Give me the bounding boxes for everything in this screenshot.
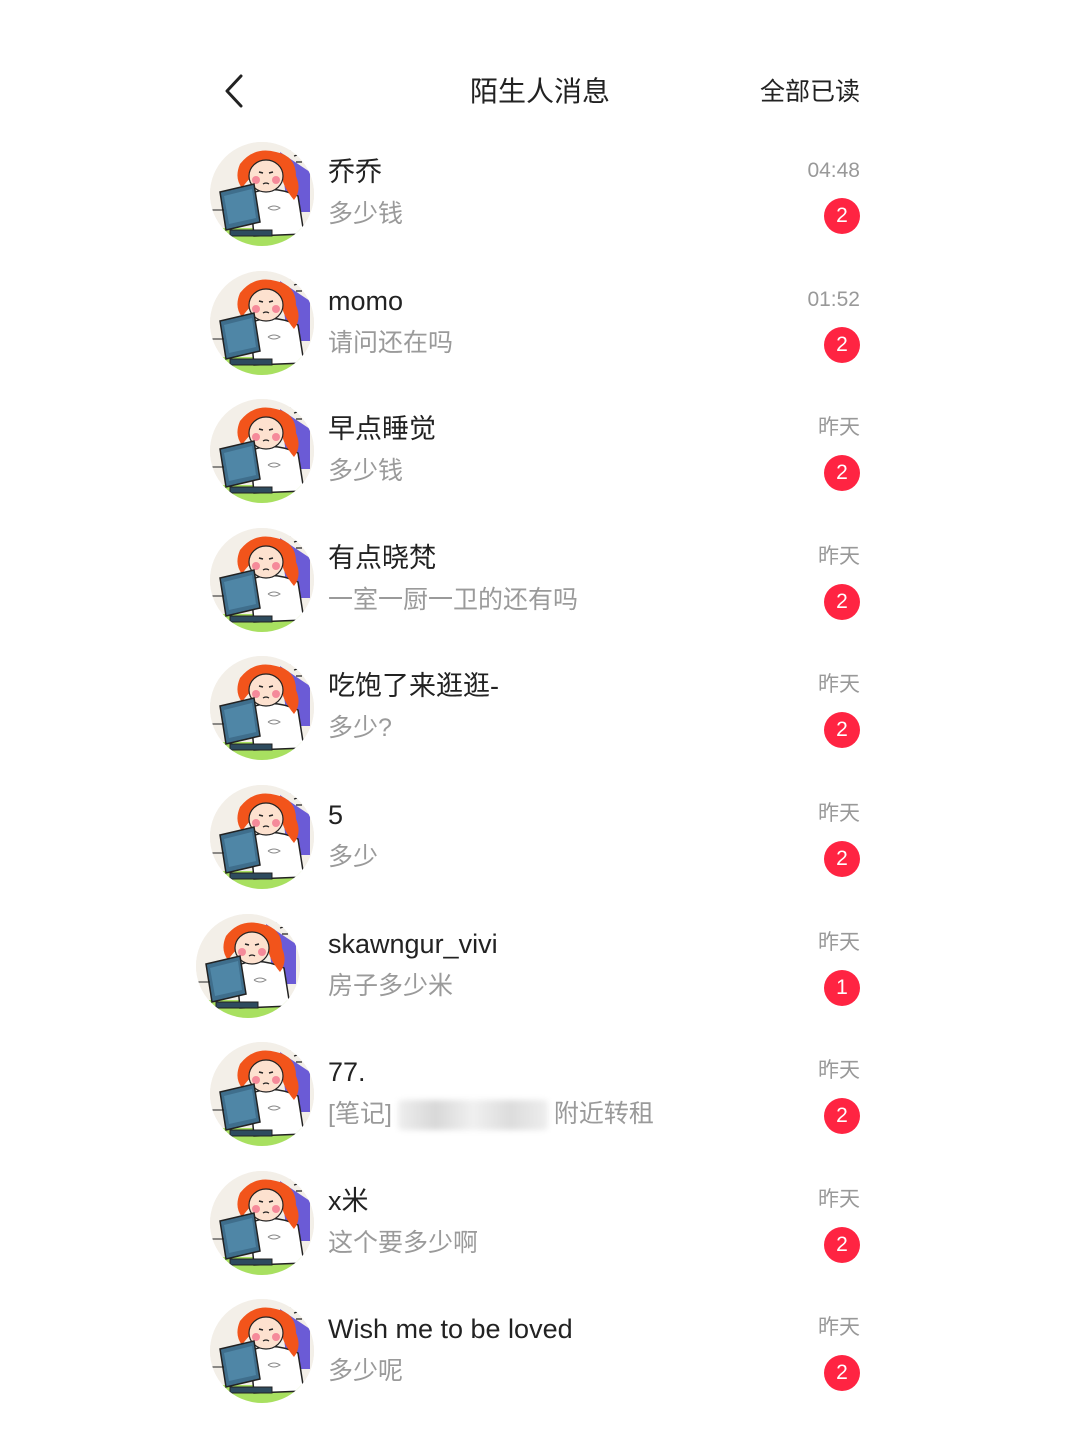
message-time: 01:52	[807, 288, 860, 311]
blurred-text	[397, 1100, 548, 1131]
message-preview: 一室一厨一卫的还有吗	[328, 586, 579, 614]
unread-badge: 2	[824, 712, 860, 748]
message-time: 昨天	[818, 1059, 860, 1082]
conversation-row[interactable]: x米 这个要多少啊 昨天 2	[200, 1169, 880, 1289]
message-time: 昨天	[818, 1188, 860, 1211]
unread-badge: 1	[824, 970, 860, 1006]
message-preview: 多少钱	[328, 457, 404, 485]
mark-all-read-button[interactable]: 全部已读	[740, 70, 860, 114]
chevron-left-icon	[225, 74, 243, 108]
sender-name: momo	[328, 286, 404, 316]
avatar[interactable]	[196, 914, 300, 1018]
message-time: 昨天	[818, 802, 860, 825]
conversation-row[interactable]: 吃饱了来逛逛- 多少? 昨天 2	[200, 654, 880, 774]
unread-badge: 2	[824, 1355, 860, 1391]
avatar[interactable]	[210, 528, 314, 632]
unread-badge: 2	[824, 584, 860, 620]
conversation-row[interactable]: momo 请问还在吗 01:52 2	[200, 269, 880, 389]
sender-name: x米	[328, 1186, 369, 1216]
conversation-row[interactable]: 早点睡觉 多少钱 昨天 2	[200, 397, 880, 517]
message-time: 04:48	[807, 159, 860, 182]
message-time: 昨天	[818, 673, 860, 696]
sender-name: 77.	[328, 1057, 366, 1087]
sender-name: 吃饱了来逛逛-	[328, 671, 499, 701]
unread-badge: 2	[824, 1227, 860, 1263]
message-preview: 多少呢	[328, 1357, 404, 1385]
message-time: 昨天	[818, 931, 860, 954]
back-button[interactable]	[214, 68, 254, 114]
sender-name: 乔乔	[328, 157, 382, 187]
conversation-row[interactable]: skawngur_vivi 房子多少米 昨天 1	[196, 912, 880, 1032]
sender-name: 有点晓梵	[328, 543, 436, 573]
unread-badge: 2	[824, 327, 860, 363]
message-preview: [笔记] 附近转租	[328, 1094, 654, 1134]
avatar[interactable]	[210, 1299, 314, 1403]
message-time: 昨天	[818, 1316, 860, 1339]
message-preview: 房子多少米	[328, 972, 454, 1000]
avatar[interactable]	[210, 785, 314, 889]
sender-name: Wish me to be loved	[328, 1314, 573, 1344]
avatar[interactable]	[210, 1171, 314, 1275]
top-bar: 陌生人消息 全部已读	[0, 0, 1080, 140]
conversation-row[interactable]: 乔乔 多少钱 04:48 2	[200, 140, 880, 260]
conversation-row[interactable]: 5 多少 昨天 2	[200, 783, 880, 903]
avatar[interactable]	[210, 656, 314, 760]
avatar[interactable]	[210, 399, 314, 503]
message-preview: 这个要多少啊	[328, 1229, 479, 1257]
unread-badge: 2	[824, 455, 860, 491]
conversation-row[interactable]: Wish me to be loved 多少呢 昨天 2	[200, 1297, 880, 1417]
avatar[interactable]	[210, 271, 314, 375]
sender-name: skawngur_vivi	[328, 929, 498, 959]
unread-badge: 2	[824, 841, 860, 877]
message-preview: 多少?	[328, 714, 392, 742]
avatar[interactable]	[210, 142, 314, 246]
conversation-row[interactable]: 77. [笔记] 附近转租 昨天 2	[200, 1040, 880, 1160]
message-time: 昨天	[818, 545, 860, 568]
preview-suffix: 附近转租	[553, 1100, 654, 1128]
avatar[interactable]	[210, 1042, 314, 1146]
sender-name: 早点睡觉	[328, 414, 436, 444]
unread-badge: 2	[824, 198, 860, 234]
message-preview: 多少	[328, 843, 379, 871]
message-preview: 请问还在吗	[328, 329, 454, 357]
message-preview: 多少钱	[328, 200, 404, 228]
sender-name: 5	[328, 800, 344, 830]
message-time: 昨天	[818, 416, 860, 439]
page-title: 陌生人消息	[469, 76, 610, 107]
preview-prefix: [笔记]	[328, 1100, 392, 1128]
conversation-row[interactable]: 有点晓梵 一室一厨一卫的还有吗 昨天 2	[200, 526, 880, 646]
unread-badge: 2	[824, 1098, 860, 1134]
